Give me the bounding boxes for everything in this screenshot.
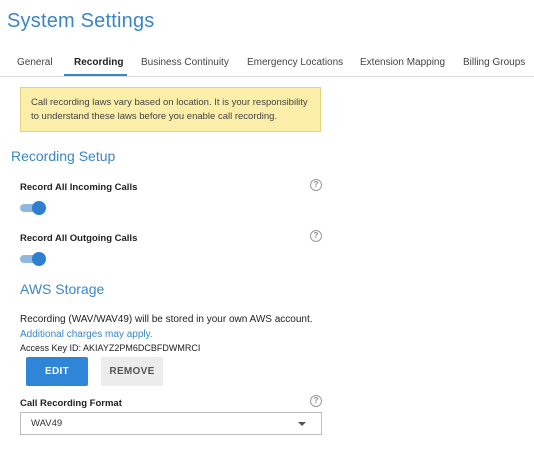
active-tab-indicator bbox=[64, 74, 127, 76]
question-circle-icon[interactable]: ? bbox=[310, 395, 322, 407]
page-title: System Settings bbox=[7, 10, 155, 32]
recording-format-label: Call Recording Format bbox=[20, 398, 122, 409]
incoming-calls-label: Record All Incoming Calls bbox=[20, 182, 138, 193]
tab-recording[interactable]: Recording bbox=[74, 57, 123, 68]
system-settings-page: System Settings General Recording Busine… bbox=[0, 0, 534, 460]
tab-emergency-locations[interactable]: Emergency Locations bbox=[247, 57, 343, 68]
aws-storage-description: Recording (WAV/WAV49) will be stored in … bbox=[20, 314, 313, 325]
remove-button[interactable]: REMOVE bbox=[101, 357, 163, 386]
tab-business-continuity[interactable]: Business Continuity bbox=[141, 57, 229, 68]
additional-charges-link[interactable]: Additional charges may apply. bbox=[20, 329, 153, 340]
recording-format-value: WAV49 bbox=[31, 418, 63, 429]
tab-general[interactable]: General bbox=[17, 57, 53, 68]
outgoing-calls-label: Record All Outgoing Calls bbox=[20, 233, 138, 244]
aws-storage-heading: AWS Storage bbox=[20, 281, 105, 297]
tab-extension-mapping[interactable]: Extension Mapping bbox=[360, 57, 445, 68]
question-circle-icon[interactable]: ? bbox=[310, 230, 322, 242]
toggle-knob bbox=[32, 201, 46, 215]
question-circle-icon[interactable]: ? bbox=[310, 179, 322, 191]
recording-format-select[interactable]: WAV49 bbox=[20, 412, 322, 435]
recording-law-warning: Call recording laws vary based on locati… bbox=[20, 87, 321, 132]
outgoing-calls-toggle[interactable] bbox=[20, 252, 46, 266]
settings-tabs: General Recording Business Continuity Em… bbox=[0, 50, 534, 77]
chevron-down-icon bbox=[298, 422, 306, 426]
recording-setup-heading: Recording Setup bbox=[11, 148, 116, 164]
tab-billing-groups[interactable]: Billing Groups bbox=[463, 57, 525, 68]
access-key-id: Access Key ID: AKIAYZ2PM6DCBFDWMRCI bbox=[20, 343, 201, 353]
edit-button[interactable]: EDIT bbox=[26, 357, 88, 386]
incoming-calls-toggle[interactable] bbox=[20, 201, 46, 215]
toggle-knob bbox=[32, 252, 46, 266]
